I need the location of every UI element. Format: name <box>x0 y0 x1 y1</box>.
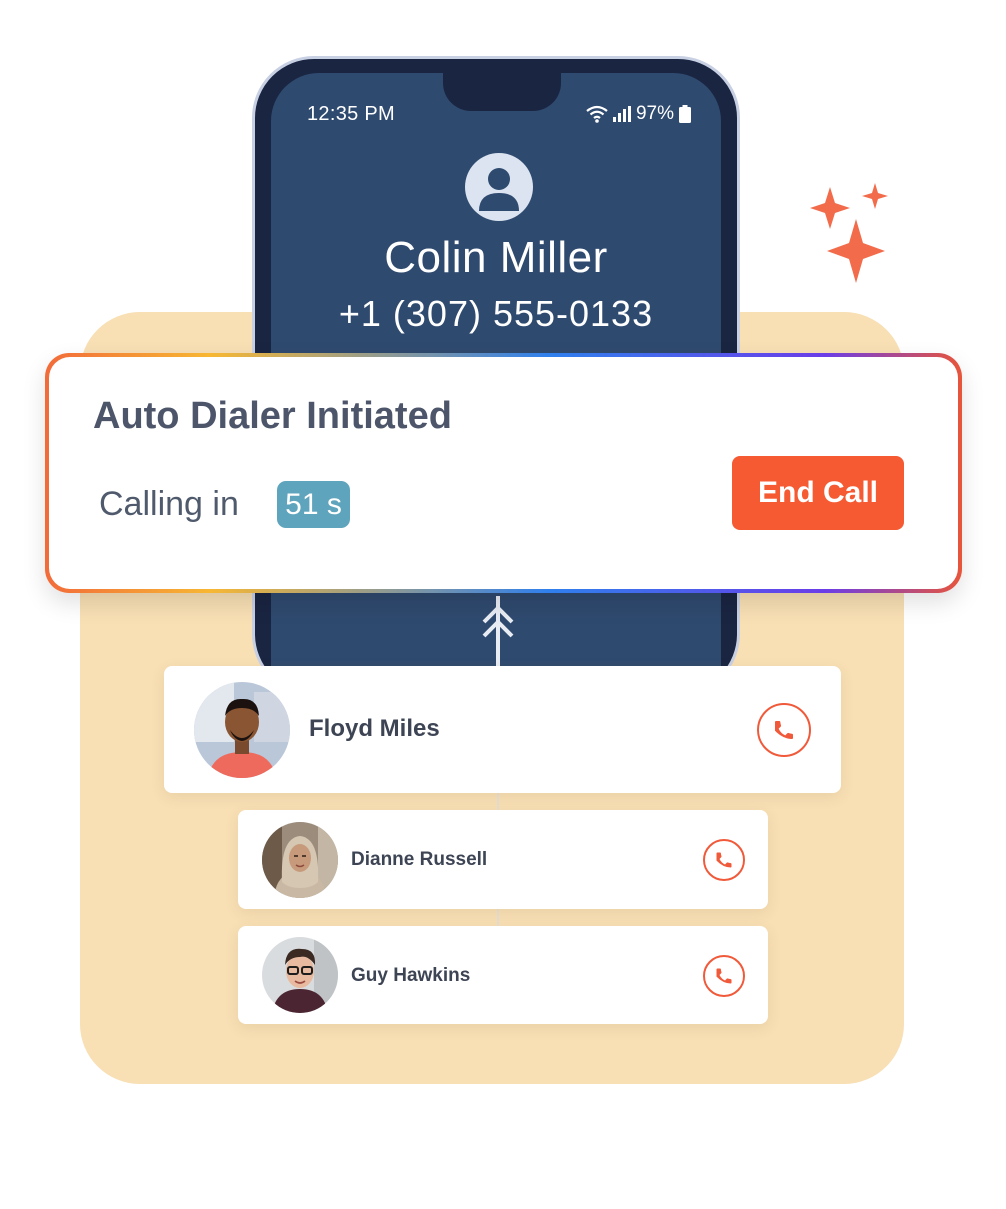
contact-card-floyd-miles[interactable]: Floyd Miles <box>164 666 841 793</box>
phone-notch <box>443 73 561 111</box>
caller-number: +1 (307) 555-0133 <box>338 293 654 334</box>
call-button[interactable] <box>757 703 811 757</box>
status-time: 12:35 PM <box>307 103 396 125</box>
end-call-button[interactable]: End Call <box>732 456 904 530</box>
call-button[interactable] <box>703 839 745 881</box>
contact-name: Dianne Russell <box>351 849 488 870</box>
sparkles-icon <box>810 183 888 283</box>
contact-name: Floyd Miles <box>309 715 440 742</box>
battery-icon <box>679 105 691 123</box>
phone-icon <box>775 721 793 739</box>
calling-label: Calling in <box>99 485 239 523</box>
auto-dialer-card: Auto Dialer Initiated Calling in 51 s En… <box>49 357 958 589</box>
status-icons: 97% <box>586 103 691 125</box>
avatar <box>194 682 290 778</box>
wifi-icon <box>586 105 608 123</box>
countdown-badge: 51 s <box>277 481 350 528</box>
caller-name: Colin Miller <box>384 233 608 282</box>
contact-name: Guy Hawkins <box>351 965 471 986</box>
avatar <box>262 937 338 1013</box>
call-button[interactable] <box>703 955 745 997</box>
phone-icon <box>716 968 732 984</box>
caller-avatar-icon <box>465 153 533 221</box>
card-title: Auto Dialer Initiated <box>93 395 452 437</box>
contact-card-guy-hawkins[interactable]: Guy Hawkins <box>238 926 768 1024</box>
battery-percent: 97% <box>635 103 674 124</box>
signal-icon <box>612 106 631 122</box>
phone-icon <box>716 852 732 868</box>
contact-card-dianne-russell[interactable]: Dianne Russell <box>238 810 768 909</box>
avatar <box>262 822 338 898</box>
double-chevron-up-icon <box>482 605 514 638</box>
